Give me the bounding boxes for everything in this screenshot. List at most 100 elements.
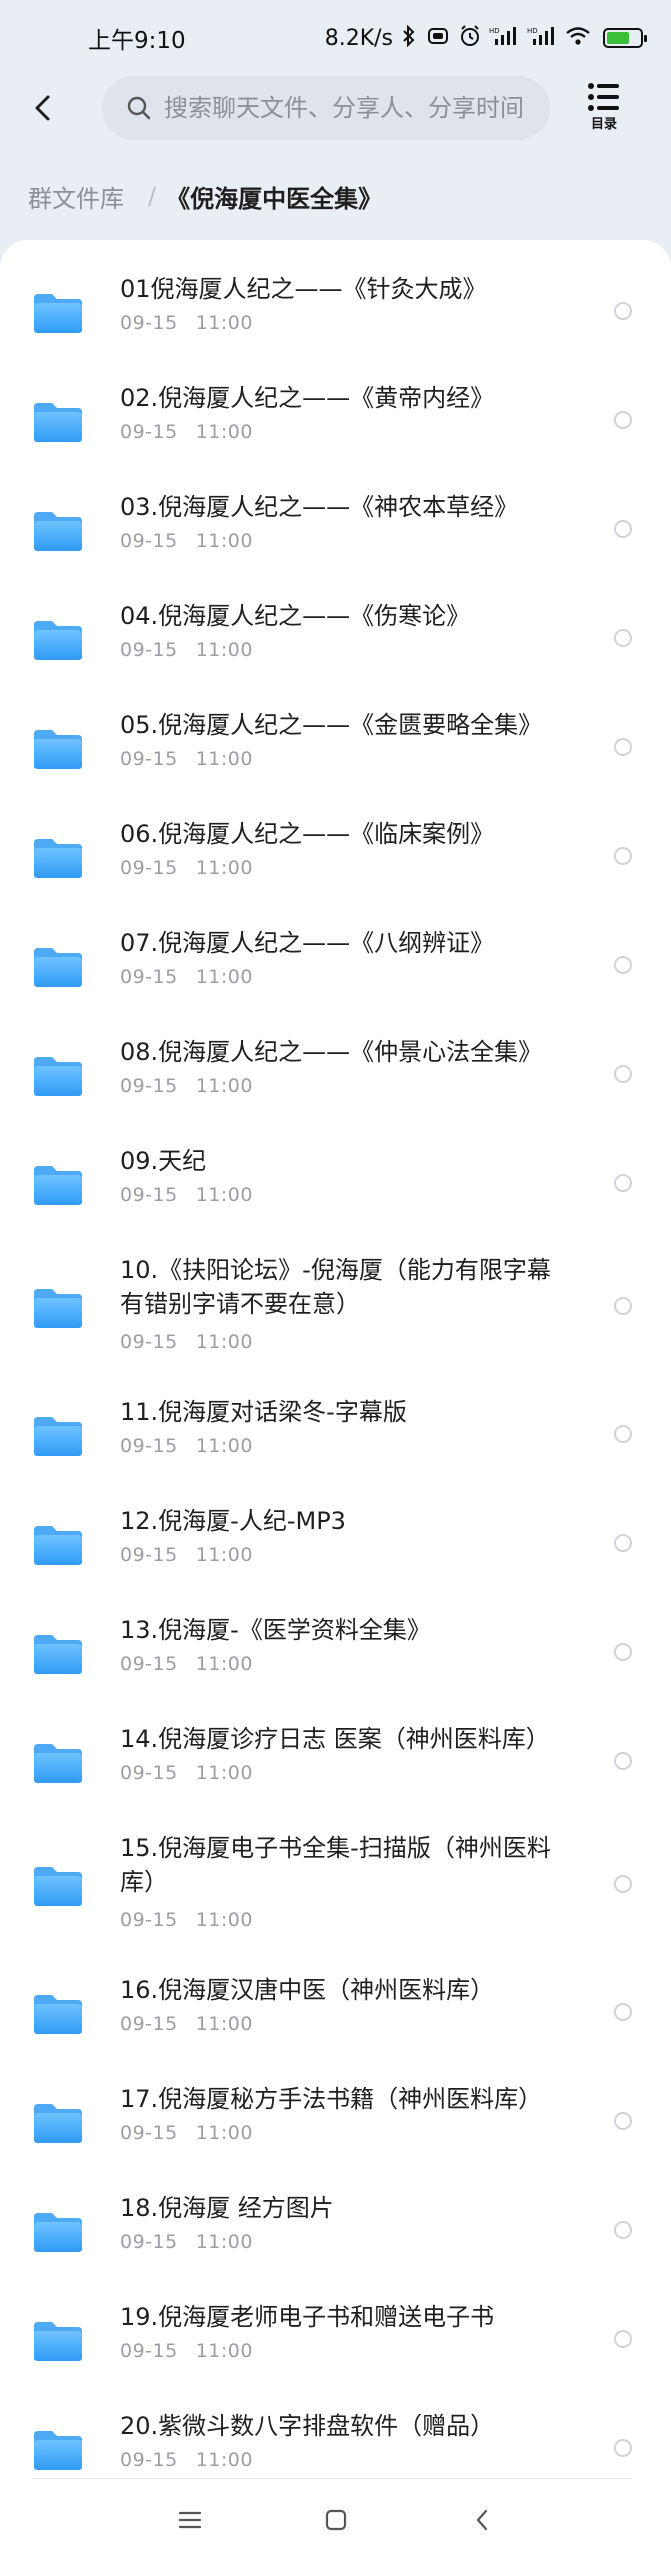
folder-title: 05.倪海厦人纪之——《金匮要略全集》 bbox=[120, 711, 543, 739]
directory-button[interactable]: 目录 bbox=[582, 82, 626, 138]
folder-meta: 09-15 11:00 bbox=[120, 2013, 253, 2035]
folder-title: 06.倪海厦人纪之——《临床案例》 bbox=[120, 820, 495, 848]
folder-icon bbox=[34, 512, 82, 551]
select-radio[interactable] bbox=[614, 520, 632, 538]
folder-item[interactable]: 13.倪海厦-《医学资料全集》 09-15 11:00 bbox=[0, 1611, 671, 1707]
folder-meta: 09-15 11:00 bbox=[120, 1544, 253, 1566]
header: 目录 bbox=[0, 76, 671, 140]
select-radio[interactable] bbox=[614, 847, 632, 865]
signal-hd-icon-2: HD bbox=[527, 25, 557, 52]
bluetooth-icon bbox=[401, 24, 417, 52]
folder-item[interactable]: 01倪海厦人纪之——《针灸大成》 09-15 11:00 bbox=[0, 270, 671, 366]
folder-item[interactable]: 17.倪海厦秘方手法书籍（神州医料库） 09-15 11:00 bbox=[0, 2080, 671, 2176]
back-button[interactable] bbox=[22, 88, 62, 128]
select-radio[interactable] bbox=[614, 1065, 632, 1083]
select-radio[interactable] bbox=[614, 2112, 632, 2130]
folder-icon bbox=[34, 1635, 82, 1674]
folder-item[interactable]: 14.倪海厦诊疗日志 医案（神州医料库） 09-15 11:00 bbox=[0, 1720, 671, 1816]
vibrate-icon bbox=[425, 26, 451, 51]
folder-icon bbox=[34, 2213, 82, 2252]
folder-time: 11:00 bbox=[195, 1075, 253, 1097]
folder-icon bbox=[34, 294, 82, 333]
folder-item[interactable]: 12.倪海厦-人纪-MP3 09-15 11:00 bbox=[0, 1502, 671, 1598]
folder-title: 03.倪海厦人纪之——《神农本草经》 bbox=[120, 493, 519, 521]
folder-item[interactable]: 20.紫微斗数八字排盘软件（赠品） 09-15 11:00 bbox=[0, 2407, 671, 2480]
folder-date: 09-15 bbox=[120, 1331, 178, 1353]
folder-date: 09-15 bbox=[120, 312, 178, 334]
select-radio[interactable] bbox=[614, 411, 632, 429]
folder-icon bbox=[34, 1995, 82, 2034]
folder-icon bbox=[34, 1867, 82, 1906]
folder-title: 16.倪海厦汉唐中医（神州医料库） bbox=[120, 1976, 495, 2004]
folder-item[interactable]: 03.倪海厦人纪之——《神农本草经》 09-15 11:00 bbox=[0, 488, 671, 584]
select-radio[interactable] bbox=[614, 2003, 632, 2021]
breadcrumb: 群文件库 / 《倪海厦中医全集》 bbox=[28, 176, 382, 216]
folder-meta: 09-15 11:00 bbox=[120, 1075, 253, 1097]
folder-title: 12.倪海厦-人纪-MP3 bbox=[120, 1507, 346, 1535]
folder-date: 09-15 bbox=[120, 1075, 178, 1097]
folder-item[interactable]: 09.天纪 09-15 11:00 bbox=[0, 1142, 671, 1238]
select-radio[interactable] bbox=[614, 1174, 632, 1192]
folder-meta: 09-15 11:00 bbox=[120, 421, 253, 443]
folder-item[interactable]: 02.倪海厦人纪之——《黄帝内经》 09-15 11:00 bbox=[0, 379, 671, 475]
folder-meta: 09-15 11:00 bbox=[120, 312, 253, 334]
folder-item[interactable]: 08.倪海厦人纪之——《仲景心法全集》 09-15 11:00 bbox=[0, 1033, 671, 1129]
search-input[interactable] bbox=[164, 94, 544, 122]
folder-item[interactable]: 11.倪海厦对话梁冬-字幕版 09-15 11:00 bbox=[0, 1393, 671, 1489]
folder-item[interactable]: 07.倪海厦人纪之——《八纲辨证》 09-15 11:00 bbox=[0, 924, 671, 1020]
folder-meta: 09-15 11:00 bbox=[120, 966, 253, 988]
chevron-left-icon bbox=[476, 2509, 488, 2531]
folder-time: 11:00 bbox=[195, 1331, 253, 1353]
folder-meta: 09-15 11:00 bbox=[120, 1435, 253, 1457]
navigation-bar bbox=[0, 2480, 671, 2560]
folder-title: 17.倪海厦秘方手法书籍（神州医料库） bbox=[120, 2085, 543, 2113]
recent-apps-button[interactable] bbox=[170, 2502, 210, 2538]
folder-time: 11:00 bbox=[195, 2231, 253, 2253]
folder-item[interactable]: 18.倪海厦 经方图片 09-15 11:00 bbox=[0, 2189, 671, 2285]
select-radio[interactable] bbox=[614, 956, 632, 974]
folder-item[interactable]: 16.倪海厦汉唐中医（神州医料库） 09-15 11:00 bbox=[0, 1971, 671, 2067]
folder-meta: 09-15 11:00 bbox=[120, 1762, 253, 1784]
folder-title: 19.倪海厦老师电子书和赠送电子书 bbox=[120, 2303, 495, 2331]
select-radio[interactable] bbox=[614, 1425, 632, 1443]
folder-icon bbox=[34, 2322, 82, 2361]
folder-date: 09-15 bbox=[120, 2122, 178, 2144]
breadcrumb-current: 《倪海厦中医全集》 bbox=[166, 184, 383, 213]
folder-item[interactable]: 19.倪海厦老师电子书和赠送电子书 09-15 11:00 bbox=[0, 2298, 671, 2394]
select-radio[interactable] bbox=[614, 1752, 632, 1770]
folder-item[interactable]: 04.倪海厦人纪之——《伤寒论》 09-15 11:00 bbox=[0, 597, 671, 693]
select-radio[interactable] bbox=[614, 629, 632, 647]
breadcrumb-separator: / bbox=[148, 182, 157, 210]
folder-icon bbox=[34, 2431, 82, 2470]
folder-item[interactable]: 05.倪海厦人纪之——《金匮要略全集》 09-15 11:00 bbox=[0, 706, 671, 802]
folder-item[interactable]: 15.倪海厦电子书全集-扫描版（神州医料库） 09-15 11:00 bbox=[0, 1829, 671, 1959]
screen: 上午9:10 8.2K/s HD HD 搜索聊天文件、分享人、分享时间 目录 群… bbox=[0, 0, 671, 2560]
select-radio[interactable] bbox=[614, 2439, 632, 2457]
select-radio[interactable] bbox=[614, 1643, 632, 1661]
select-radio[interactable] bbox=[614, 2221, 632, 2239]
folder-meta: 09-15 11:00 bbox=[120, 530, 253, 552]
menu-icon bbox=[178, 2511, 202, 2529]
signal-hd-icon-1: HD bbox=[489, 25, 519, 52]
select-radio[interactable] bbox=[614, 1875, 632, 1893]
folder-date: 09-15 bbox=[120, 857, 178, 879]
folder-item[interactable]: 10.《扶阳论坛》-倪海厦（能力有限字幕有错别字请不要在意） 09-15 11:00 bbox=[0, 1251, 671, 1381]
select-radio[interactable] bbox=[614, 2330, 632, 2348]
wifi-icon bbox=[565, 26, 591, 51]
home-button[interactable] bbox=[316, 2502, 356, 2538]
select-radio[interactable] bbox=[614, 302, 632, 320]
folder-time: 11:00 bbox=[195, 312, 253, 334]
list-icon bbox=[588, 83, 619, 111]
select-radio[interactable] bbox=[614, 1297, 632, 1315]
search-box[interactable] bbox=[102, 76, 550, 140]
system-back-button[interactable] bbox=[462, 2502, 502, 2538]
folder-date: 09-15 bbox=[120, 748, 178, 770]
folder-time: 11:00 bbox=[195, 2449, 253, 2471]
folder-title: 15.倪海厦电子书全集-扫描版（神州医料库） bbox=[120, 1834, 551, 1896]
select-radio[interactable] bbox=[614, 738, 632, 756]
folder-date: 09-15 bbox=[120, 1184, 178, 1206]
folder-time: 11:00 bbox=[195, 2013, 253, 2035]
folder-item[interactable]: 06.倪海厦人纪之——《临床案例》 09-15 11:00 bbox=[0, 815, 671, 911]
breadcrumb-root[interactable]: 群文件库 bbox=[28, 179, 124, 214]
select-radio[interactable] bbox=[614, 1534, 632, 1552]
